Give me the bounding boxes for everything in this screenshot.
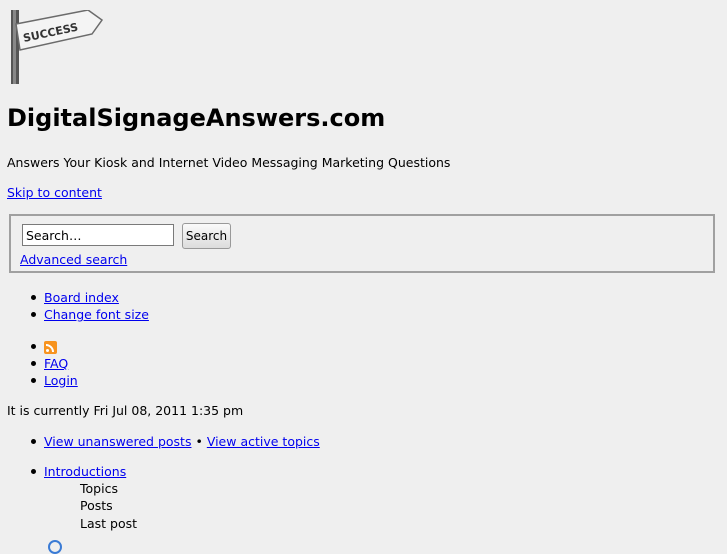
rss-feed-icon[interactable] <box>44 341 57 354</box>
nav-item-faq: FAQ <box>0 355 78 372</box>
forum-topics-label: Topics <box>80 481 118 496</box>
nav-item-rss <box>0 338 78 355</box>
site-logo[interactable]: SUCCESS <box>8 9 104 87</box>
rss-feed-link[interactable] <box>44 339 57 354</box>
unanswered-posts-link[interactable]: View unanswered posts <box>44 434 191 449</box>
nav-item-change-font-size: Change font size <box>0 306 149 323</box>
primary-nav: Board index Change font size <box>0 289 149 323</box>
secondary-nav: FAQ Login <box>0 338 78 389</box>
quick-links-item: View unanswered posts • View active topi… <box>0 433 320 450</box>
forum-introductions-link[interactable]: Introductions <box>44 464 126 479</box>
bullet <box>31 295 36 300</box>
search-panel: Search Advanced search <box>9 214 715 273</box>
bullet <box>31 378 36 383</box>
bullet <box>31 439 36 444</box>
site-title: DigitalSignageAnswers.com <box>7 104 386 132</box>
board-index-link[interactable]: Board index <box>44 290 119 305</box>
quick-links: View unanswered posts • View active topi… <box>0 433 320 450</box>
active-topics-link[interactable]: View active topics <box>207 434 320 449</box>
forum-list: Introductions <box>0 463 126 480</box>
bullet <box>31 469 36 474</box>
advanced-search-link[interactable]: Advanced search <box>20 252 127 267</box>
skip-to-content-link[interactable]: Skip to content <box>7 185 102 200</box>
change-font-size-link[interactable]: Change font size <box>44 307 149 322</box>
bullet <box>31 361 36 366</box>
forum-last-post-label: Last post <box>80 516 138 531</box>
forum-status-icon <box>48 540 62 554</box>
bullet <box>31 312 36 317</box>
search-input[interactable] <box>22 224 174 246</box>
faq-link[interactable]: FAQ <box>44 356 68 371</box>
current-time: It is currently Fri Jul 08, 2011 1:35 pm <box>7 403 244 418</box>
forum-row: Introductions <box>0 463 126 480</box>
forum-posts-label: Posts <box>80 498 113 513</box>
bullet <box>31 344 36 349</box>
nav-item-board-index: Board index <box>0 289 149 306</box>
nav-item-login: Login <box>0 372 78 389</box>
site-tagline: Answers Your Kiosk and Internet Video Me… <box>7 155 451 170</box>
login-link[interactable]: Login <box>44 373 78 388</box>
search-button[interactable]: Search <box>182 223 231 249</box>
separator: • <box>195 434 203 449</box>
